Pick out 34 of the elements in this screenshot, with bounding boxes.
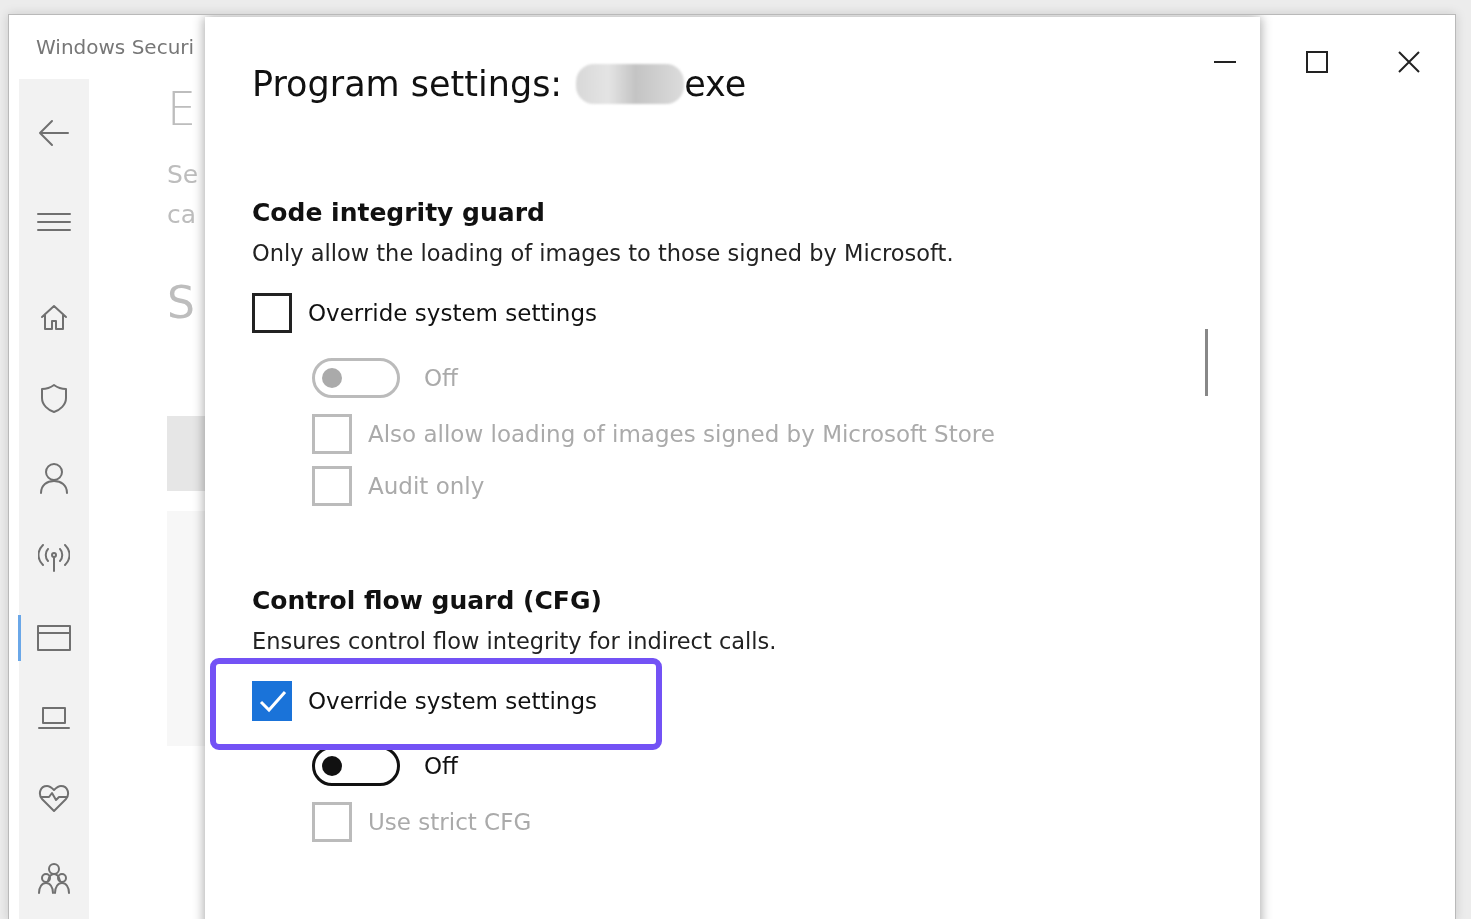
checkbox-label: Also allow loading of images signed by Microsoft Store (368, 421, 995, 447)
browser-window-icon (37, 624, 71, 652)
antenna-icon (38, 543, 70, 573)
checkbox-label: Override system settings (308, 688, 597, 714)
checkbox-label: Override system settings (308, 300, 597, 326)
back-arrow-icon (37, 118, 71, 148)
page-description: Se (167, 159, 200, 191)
section-description: Ensures control flow integrity for indirect calls. (252, 627, 778, 656)
page-heading: E (167, 81, 198, 138)
minimize-icon (1214, 60, 1236, 64)
section-heading: Code integrity guard (252, 197, 546, 229)
person-icon (39, 462, 69, 494)
selection-indicator (18, 615, 21, 661)
dialog-title-suffix: exe (684, 64, 747, 104)
dialog-title: Program settings: (252, 64, 563, 104)
toggle-label: Off (424, 365, 458, 391)
scrollbar[interactable] (1205, 329, 1208, 396)
maximize-icon (1303, 48, 1331, 76)
page-description: ca (167, 199, 198, 231)
section-description: Only allow the loading of images to those signed by Microsoft. (252, 239, 955, 268)
home-icon (39, 303, 69, 333)
menu-icon (37, 210, 71, 234)
shield-icon (39, 382, 69, 414)
checkbox[interactable] (252, 681, 292, 721)
family-icon (38, 862, 70, 894)
section-heading: S (167, 277, 196, 328)
section-heading: Control flow guard (CFG) (252, 585, 603, 617)
checkbox-label: Audit only (368, 473, 485, 499)
window-title: Windows Securi (36, 35, 195, 59)
heart-pulse-icon (38, 782, 70, 814)
toggle-label: Off (424, 753, 458, 779)
checkbox-label: Use strict CFG (368, 809, 532, 835)
laptop-icon (38, 706, 70, 730)
checkbox[interactable] (252, 293, 292, 333)
